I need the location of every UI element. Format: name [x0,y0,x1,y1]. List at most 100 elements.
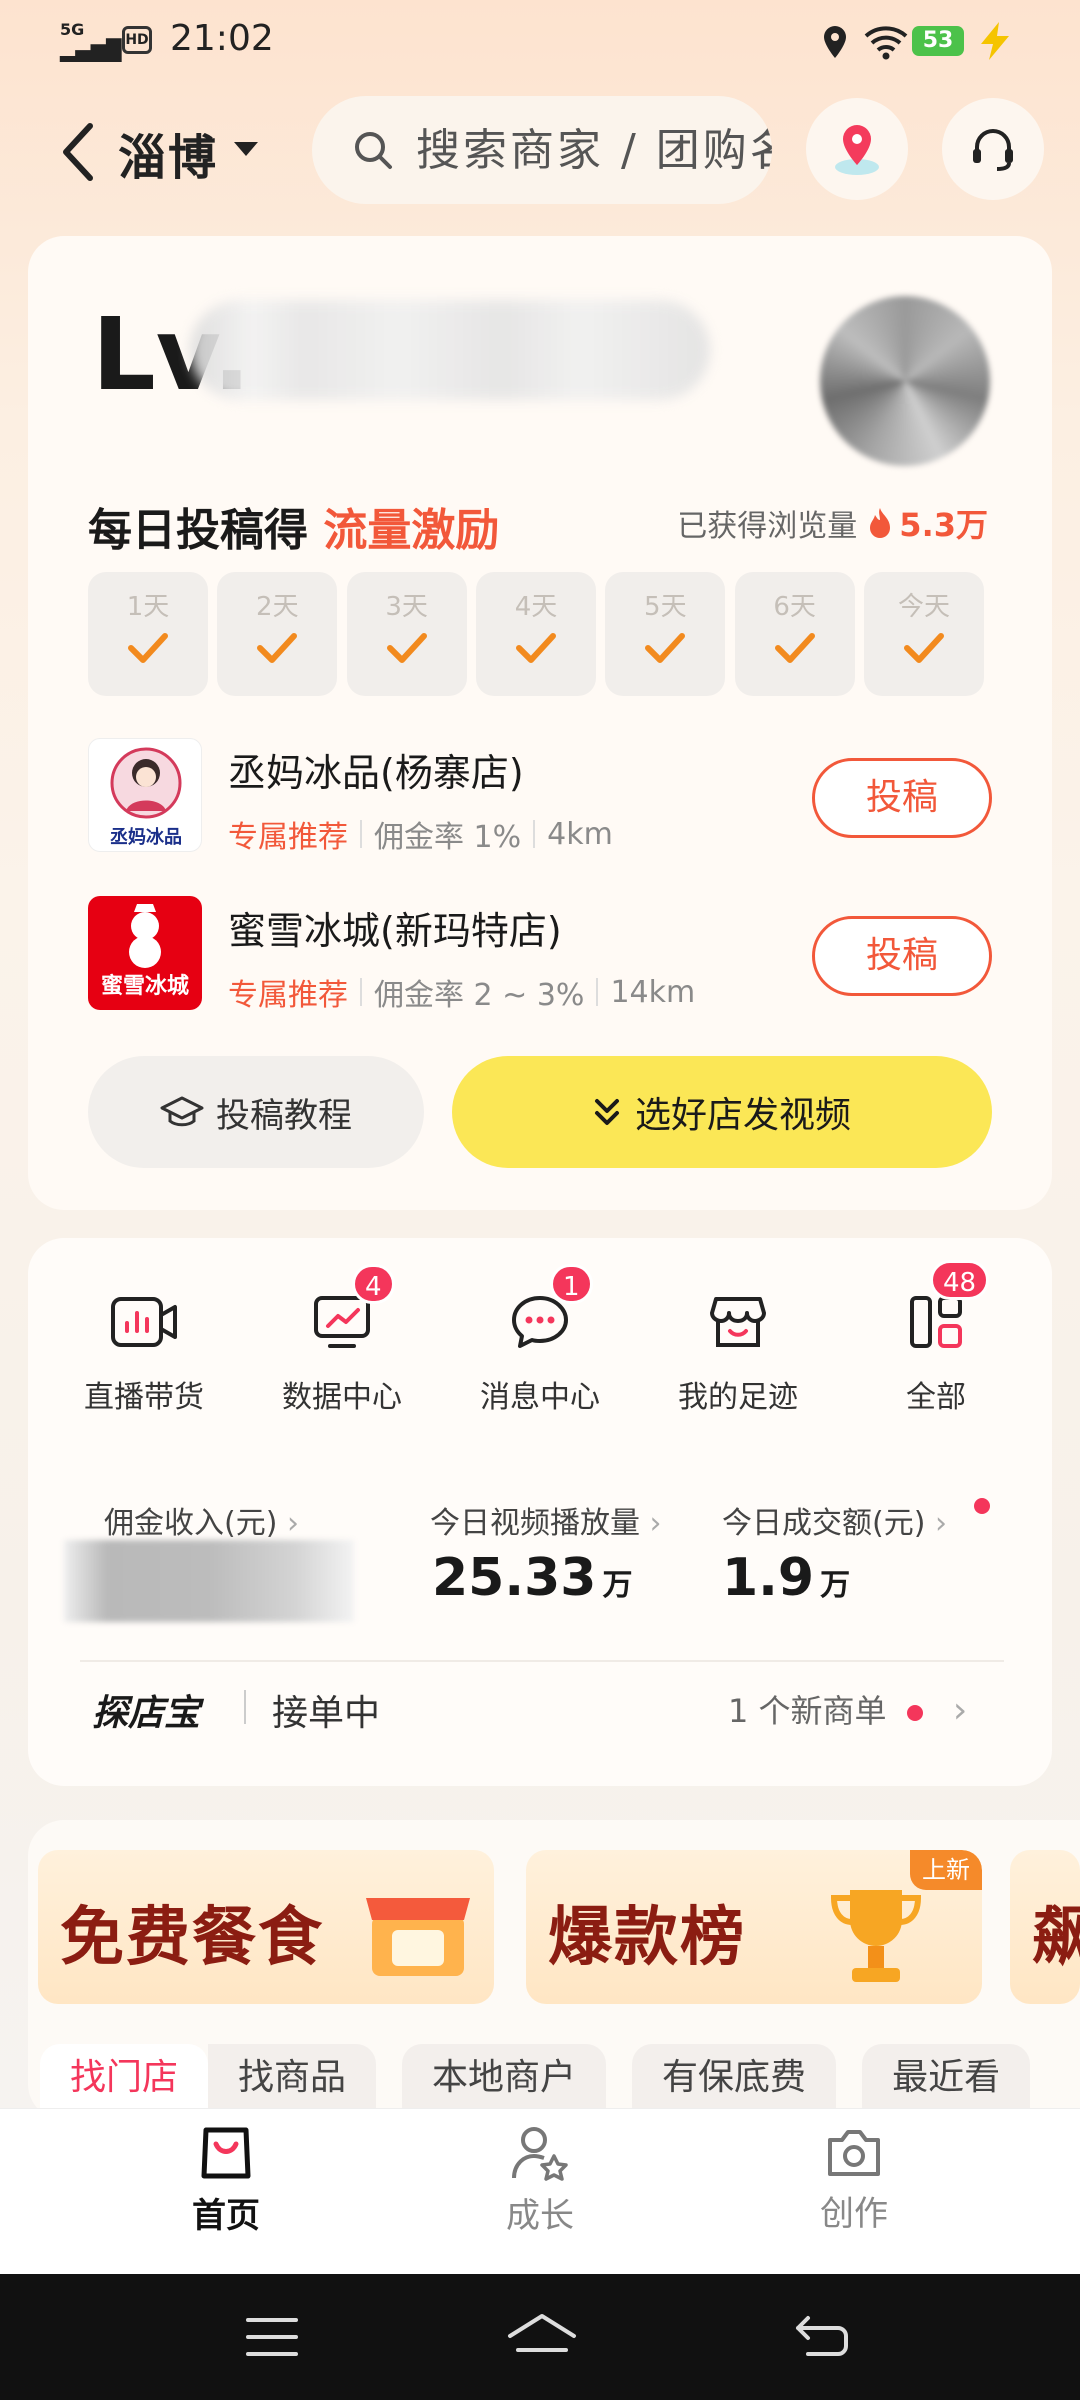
gmv-stat-value: 1.9 万 [722,1548,851,1608]
promo-title: 飙 [1032,1901,1080,1975]
promo-hot-list[interactable]: 爆款榜 上新 [526,1850,982,2004]
customer-service-button[interactable] [942,98,1044,200]
graduation-cap-icon [160,1096,204,1127]
shopping-bag-icon [201,2127,251,2179]
order-status: 接单中 [272,1693,381,1734]
grid-icon [910,1296,962,1348]
submit-post-button[interactable]: 投稿 [812,916,992,996]
check-icon [515,633,556,663]
clock: 21:02 [170,18,274,59]
chip-guaranteed-fee[interactable]: 有保底费 [632,2044,837,2108]
fire-icon [870,508,891,538]
chip-find-product[interactable]: 找商品 [208,2044,377,2108]
network-indicator: 5G ▂▄▆█ [60,20,122,62]
plays-stat-label[interactable]: 今日视频播放量 › [430,1498,662,1542]
gmv-stat-label[interactable]: 今日成交额(元) › [722,1498,947,1542]
headset-icon [973,129,1013,171]
new-orders-link[interactable]: 1 个新商单 › [728,1686,967,1732]
avatar[interactable] [820,296,990,466]
shop-history-icon [710,1297,766,1347]
tab-label: 创作 [820,2194,888,2234]
tool-label: 直播带货 [84,1380,204,1415]
blurred-income-value [64,1540,354,1622]
checkin-days: 1天 2天 3天 4天 5天 6天 今天 [88,572,984,696]
shop-logo: 蜜雪冰城 [88,896,202,1010]
wifi-icon [864,26,908,60]
message-icon [512,1296,568,1348]
shop-logo-text: 丞妈冰品 [110,827,182,848]
blurred-username[interactable] [190,300,710,400]
shop-meta: 专属推荐 佣金率 1% 4km [228,812,613,856]
chevron-down-icon[interactable] [234,142,258,156]
check-icon [774,633,815,663]
recommend-tag: 专属推荐 [228,820,348,855]
filter-chips: 找门店 找商品 本地商户 有保底费 最近看 [40,2044,1080,2108]
notification-badge: 1 [550,1264,593,1304]
check-icon [386,633,427,663]
tool-label: 我的足迹 [678,1380,798,1415]
promo-partial[interactable]: 飙 [1010,1850,1080,2004]
tab-label: 首页 [192,2196,260,2236]
status-bar: 5G ▂▄▆█ HD 21:02 53 [0,0,1080,80]
search-bar[interactable] [312,96,772,204]
promo-title: 爆款榜 [548,1901,746,1975]
promo-free-meals[interactable]: 免费餐食 [38,1850,494,2004]
checkin-day: 3天 [346,572,467,696]
divider [80,1660,1004,1662]
back-icon[interactable] [794,2312,850,2360]
city-selector[interactable]: 淄博 [118,118,218,188]
commission-rate: 佣金率 2 ~ 3% [374,978,585,1013]
shop-item[interactable]: 丞妈冰品 丞妈冰品(杨寨店) 专属推荐 佣金率 1% 4km 投稿 [88,738,992,862]
tool-all[interactable]: 48 全部 [856,1260,1016,1422]
tool-messages[interactable]: 1 消息中心 [460,1264,620,1422]
checkin-day: 6天 [734,572,855,696]
back-arrow-icon[interactable] [58,120,98,184]
data-chart-icon [314,1296,370,1348]
chip-local-merchant[interactable]: 本地商户 [402,2044,607,2108]
tool-live[interactable]: 直播带货 [64,1282,224,1422]
tab-create[interactable]: 创作 [774,2124,934,2235]
pick-shop-label: 选好店发视频 [634,1095,851,1136]
tool-data-center[interactable]: 4 数据中心 [262,1264,422,1422]
tool-label: 全部 [906,1380,966,1415]
shop-logo: 丞妈冰品 [88,738,202,852]
double-chevron-down-icon [594,1099,619,1125]
submit-post-button[interactable]: 投稿 [812,758,992,838]
map-pin-icon [835,125,879,175]
tutorial-button[interactable]: 投稿教程 [88,1056,424,1168]
checkin-day: 5天 [605,572,726,696]
pick-shop-video-button[interactable]: 选好店发视频 [452,1056,992,1168]
home-icon[interactable] [504,2310,580,2362]
chip-find-store[interactable]: 找门店 [40,2044,209,2108]
tutorial-label: 投稿教程 [216,1095,352,1136]
search-icon [355,132,392,169]
gmv-red-dot [974,1498,990,1514]
map-button[interactable] [806,98,908,200]
charging-icon [981,22,1009,60]
location-icon [824,26,846,58]
storefront-icon [366,1898,470,1976]
user-star-icon [512,2127,568,2181]
promo-title: 免费餐食 [60,1901,324,1975]
tab-home[interactable]: 首页 [146,2124,306,2237]
shop-item[interactable]: 蜜雪冰城 蜜雪冰城(新玛特店) 专属推荐 佣金率 2 ~ 3% 14km 投稿 [88,896,992,1020]
search-input[interactable] [416,124,772,176]
income-stat-label[interactable]: 佣金收入(元) › [104,1498,299,1542]
tandianbao-logo[interactable]: 探店宝 [92,1684,200,1736]
views-earned: 已获得浏览量 5.3万 [677,506,988,544]
camera-icon [828,2130,880,2176]
distance: 4km [547,816,613,852]
tab-growth[interactable]: 成长 [460,2124,620,2237]
menu-icon[interactable] [244,2314,300,2360]
recommend-tag: 专属推荐 [228,978,348,1013]
shop-logo-text: 蜜雪冰城 [100,974,189,999]
commission-rate: 佣金率 1% [374,820,522,855]
daily-task-title: 每日投稿得 流量激励 [88,505,500,556]
tool-label: 消息中心 [480,1380,600,1415]
checkin-day: 4天 [475,572,596,696]
tool-footprints[interactable]: 我的足迹 [658,1282,818,1422]
check-icon [128,633,168,663]
check-icon [903,633,944,663]
distance: 14km [610,974,696,1010]
chip-recently-viewed[interactable]: 最近看 [862,2044,1031,2108]
